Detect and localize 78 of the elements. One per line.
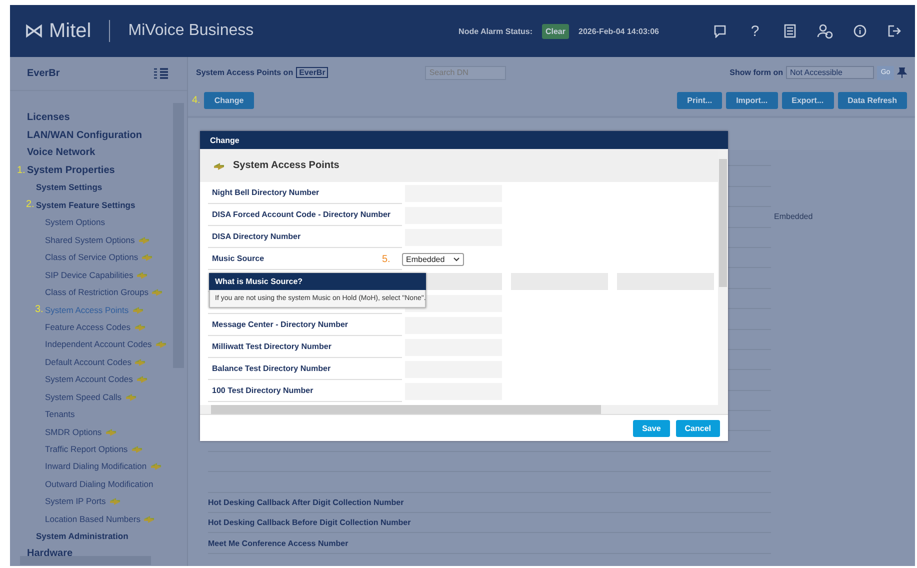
nav-item[interactable]: Voice Network (27, 147, 96, 158)
pin-icon[interactable] (897, 66, 907, 78)
user-help-icon[interactable] (817, 24, 833, 38)
alarm-label: Node Alarm Status: (458, 26, 532, 36)
nav-item[interactable]: System Administration (36, 531, 128, 542)
field-label: Message Center - Directory Number (212, 320, 348, 329)
field-label: Milliwatt Test Directory Number (212, 342, 332, 351)
nav-item[interactable]: Default Account Codes (45, 356, 132, 367)
tooltip-title: What is Music Source? (209, 273, 426, 290)
table-cell: Embedded (774, 212, 813, 222)
info-icon[interactable] (853, 24, 867, 38)
node-label: EverBr (296, 67, 328, 78)
table-cell: Hot Desking Callback Before Digit Collection Number (208, 518, 411, 528)
swap-icon (213, 160, 225, 170)
nav-item[interactable]: System Account Codes (45, 374, 133, 384)
nav-item[interactable]: Inward Dialing Modification (45, 461, 147, 472)
node-name: EverBr (27, 68, 60, 79)
nav-item[interactable]: System Properties (27, 164, 115, 176)
nav-item[interactable]: Class of Restriction Groups (45, 287, 148, 298)
field-label: Balance Test Directory Number (212, 364, 331, 373)
nav-item[interactable]: Traffic Report Options (45, 444, 128, 454)
search-field[interactable]: Search DN (425, 66, 506, 80)
nav-item[interactable]: SMDR Options (45, 426, 102, 437)
nav-item[interactable]: Shared System Options (45, 234, 135, 245)
field-label: DISA Directory Number (212, 232, 301, 241)
nav-item[interactable]: Feature Access Codes (45, 322, 131, 332)
field-label: Music Source (212, 254, 264, 263)
dialog-title: Change (200, 131, 728, 149)
nav-item[interactable]: Licenses (27, 112, 70, 124)
dialog-button[interactable]: Save (633, 420, 670, 436)
toolbar-button[interactable]: Data Refresh (838, 92, 907, 108)
help-button[interactable]: ? (747, 22, 763, 40)
toolbar-button[interactable]: Export... (782, 92, 834, 108)
nav-item[interactable]: Class of Service Options (45, 252, 138, 262)
nav-item[interactable]: System Speed Calls (45, 392, 122, 402)
nav-item[interactable]: LAN/WAN Configuration (27, 130, 142, 141)
chevron-icon (452, 256, 460, 262)
nav-item[interactable]: Location Based Numbers (45, 514, 140, 524)
scrollbar[interactable] (718, 149, 728, 405)
music-source-dropdown[interactable]: Embedded (402, 252, 464, 266)
toolbar-button[interactable]: Import... (726, 92, 778, 108)
toolbar-button[interactable]: Print... (677, 92, 722, 108)
nav-item[interactable]: Hardware (27, 548, 73, 560)
chat-icon[interactable] (713, 24, 727, 38)
nav-item[interactable]: System IP Ports (45, 496, 106, 506)
product-name: MiVoice Business (128, 22, 255, 40)
sort-list-icon[interactable] (153, 67, 169, 80)
scrollbar[interactable] (200, 405, 728, 415)
section-title: System Access Points (233, 160, 340, 171)
alarm-status-badge: Clear (542, 24, 568, 38)
logo-text: Mitel (49, 20, 92, 42)
step-number: 2. (26, 199, 33, 210)
nav-item[interactable]: System Options (45, 217, 105, 228)
step-number: 1. (17, 164, 24, 176)
nav-item[interactable]: System Access Points (45, 304, 129, 315)
logo-icon (26, 24, 43, 38)
dialog-button[interactable]: Cancel (676, 420, 720, 436)
logout-icon[interactable] (887, 24, 901, 38)
field-label: 100 Test Directory Number (212, 386, 314, 395)
change-button[interactable]: Change (204, 92, 254, 108)
field-label: DISA Forced Account Code - Directory Number (212, 210, 391, 219)
node-dropdown[interactable]: Not Accessible (786, 66, 874, 79)
nav-item[interactable]: System Feature Settings (36, 200, 136, 210)
field-label: Night Bell Directory Number (212, 188, 320, 197)
show-form-label: Show form on (730, 68, 783, 77)
step-number: 4. (192, 94, 200, 106)
step-number: 5. (382, 254, 392, 264)
date-time: 2026-Feb-04 14:03:06 (578, 26, 659, 36)
nav-item[interactable]: Tenants (45, 409, 75, 420)
nav-item[interactable]: System Settings (36, 182, 102, 192)
form-title: System Access Points on (196, 68, 294, 77)
table-cell: Hot Desking Callback After Digit Collection Number (208, 498, 404, 507)
step-number: 3. (35, 304, 42, 316)
nav-item[interactable]: Independent Account Codes (45, 339, 152, 350)
nav-item[interactable]: Outward Dialing Modification (45, 478, 154, 489)
nav-item[interactable]: SIP Device Capabilities (45, 270, 134, 280)
document-icon[interactable] (783, 24, 797, 38)
table-cell: Meet Me Conference Access Number (208, 538, 348, 548)
